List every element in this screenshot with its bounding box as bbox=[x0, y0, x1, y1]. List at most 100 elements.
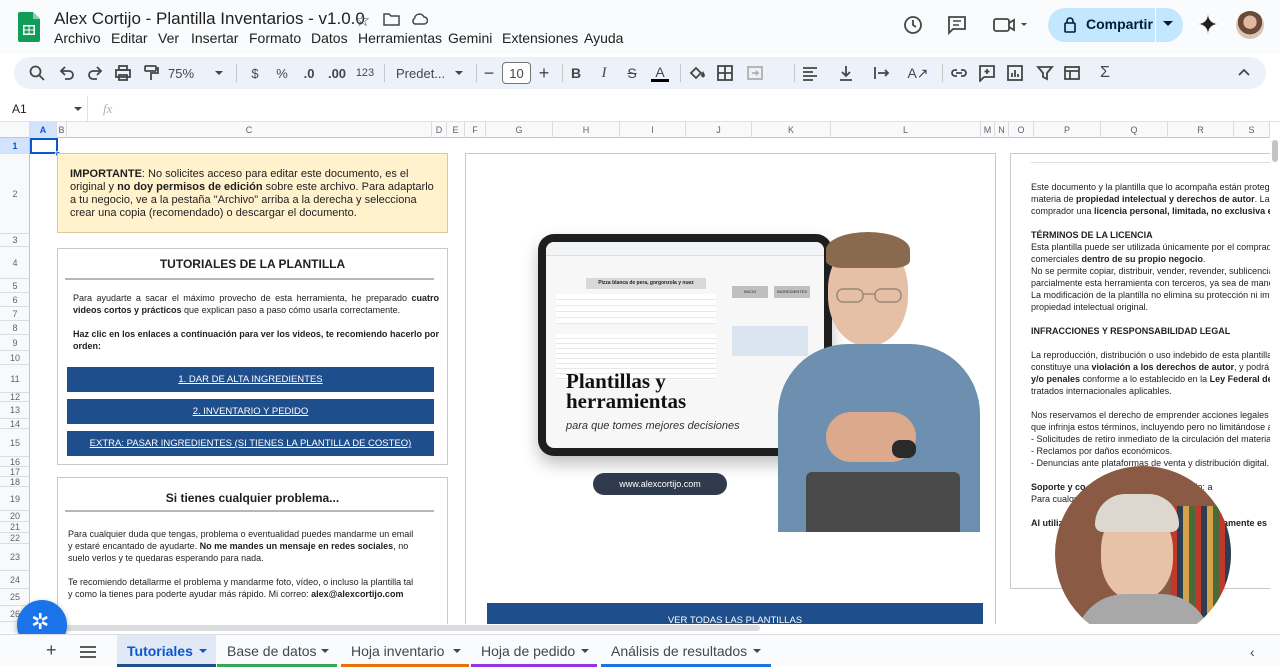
row-header[interactable]: 13 bbox=[0, 402, 29, 419]
row-header[interactable]: 16 bbox=[0, 457, 29, 467]
row-header[interactable]: 1 bbox=[0, 138, 29, 154]
insert-chart-icon[interactable] bbox=[1004, 57, 1026, 89]
row-header[interactable]: 20 bbox=[0, 511, 29, 522]
sheet-tab-hoja-inventario[interactable]: Hoja inventario bbox=[341, 635, 469, 667]
menu-ver[interactable]: Ver bbox=[158, 30, 179, 46]
font-dropdown-icon[interactable] bbox=[452, 57, 466, 89]
paint-format-icon[interactable] bbox=[138, 57, 164, 89]
functions-icon[interactable]: Σ bbox=[1094, 57, 1116, 89]
row-header[interactable]: 10 bbox=[0, 351, 29, 365]
tab-dropdown-icon[interactable] bbox=[753, 649, 761, 653]
decrease-decimal-button[interactable]: .0 bbox=[297, 57, 321, 89]
sheet-tab-tutoriales[interactable]: Tutoriales bbox=[117, 635, 216, 667]
fill-color-icon[interactable] bbox=[686, 57, 706, 89]
row-header[interactable]: 2 bbox=[0, 154, 29, 234]
column-header[interactable]: D bbox=[432, 122, 447, 138]
all-sheets-icon[interactable] bbox=[80, 645, 96, 663]
active-cell-a1[interactable] bbox=[30, 138, 58, 154]
row-header[interactable]: 15 bbox=[0, 429, 29, 457]
search-menus-icon[interactable] bbox=[24, 57, 50, 89]
row-header[interactable]: 5 bbox=[0, 279, 29, 293]
currency-format-button[interactable]: $ bbox=[244, 57, 266, 89]
vertical-align-icon[interactable] bbox=[836, 57, 856, 89]
vertical-scrollbar-thumb[interactable] bbox=[1272, 140, 1278, 162]
document-title[interactable]: Alex Cortijo - Plantilla Inventarios - v… bbox=[54, 9, 365, 29]
column-header[interactable]: G bbox=[486, 122, 553, 138]
filter-views-icon[interactable] bbox=[1060, 57, 1084, 89]
text-rotation-icon[interactable]: A↗ bbox=[907, 57, 928, 89]
row-header[interactable]: 14 bbox=[0, 419, 29, 429]
filter-icon[interactable] bbox=[1034, 57, 1056, 89]
column-header[interactable]: I bbox=[620, 122, 686, 138]
text-color-button[interactable]: A bbox=[650, 57, 670, 89]
row-header[interactable]: 19 bbox=[0, 487, 29, 511]
tutorial-link-2[interactable]: 2. INVENTARIO Y PEDIDO bbox=[67, 399, 434, 424]
meet-icon[interactable] bbox=[993, 15, 1029, 40]
row-header[interactable]: 22 bbox=[0, 533, 29, 544]
name-box[interactable]: A1 bbox=[0, 96, 88, 122]
column-header[interactable]: R bbox=[1168, 122, 1234, 138]
row-header[interactable]: 7 bbox=[0, 307, 29, 321]
sheet-tab-analisis-de-resultados[interactable]: Análisis de resultados bbox=[601, 635, 771, 667]
row-header[interactable]: 24 bbox=[0, 571, 29, 589]
move-folder-icon[interactable] bbox=[383, 12, 400, 31]
increase-decimal-button[interactable]: .00 bbox=[324, 57, 350, 89]
tab-dropdown-icon[interactable] bbox=[199, 649, 207, 653]
cloud-status-icon[interactable] bbox=[410, 12, 429, 31]
sheet-tab-hoja-de-pedido[interactable]: Hoja de pedido bbox=[471, 635, 597, 667]
column-header[interactable]: K bbox=[752, 122, 831, 138]
tab-dropdown-icon[interactable] bbox=[321, 649, 329, 653]
share-dropdown-icon[interactable] bbox=[1163, 21, 1173, 26]
name-box-dropdown-icon[interactable] bbox=[74, 107, 82, 111]
column-header[interactable]: E bbox=[447, 122, 465, 138]
merge-cells-icon[interactable] bbox=[744, 57, 766, 89]
decrease-font-size-button[interactable]: − bbox=[480, 57, 498, 89]
menu-extensiones[interactable]: Extensiones bbox=[502, 30, 578, 46]
row-header[interactable]: 4 bbox=[0, 247, 29, 279]
problem-email[interactable]: alex@alexcortijo.com bbox=[311, 589, 403, 599]
bold-button[interactable]: B bbox=[566, 57, 586, 89]
sheets-logo-icon[interactable] bbox=[18, 12, 40, 42]
column-header[interactable]: H bbox=[553, 122, 620, 138]
gemini-icon[interactable] bbox=[1198, 14, 1218, 39]
undo-icon[interactable] bbox=[54, 57, 80, 89]
row-header[interactable]: 9 bbox=[0, 335, 29, 351]
zoom-dropdown-icon[interactable] bbox=[212, 57, 226, 89]
row-header[interactable]: 11 bbox=[0, 365, 29, 393]
tab-dropdown-icon[interactable] bbox=[453, 649, 461, 653]
column-header[interactable]: N bbox=[995, 122, 1009, 138]
horizontal-scrollbar-thumb[interactable] bbox=[30, 625, 760, 631]
tutorial-link-1[interactable]: 1. DAR DE ALTA INGREDIENTES bbox=[67, 367, 434, 392]
insert-link-icon[interactable] bbox=[948, 57, 970, 89]
sheet-tab-base-de-datos[interactable]: Base de datos bbox=[217, 635, 337, 667]
row-header[interactable]: 8 bbox=[0, 321, 29, 335]
font-size-input[interactable]: 10 bbox=[502, 62, 531, 84]
collapse-toolbar-icon[interactable] bbox=[1234, 57, 1254, 89]
increase-font-size-button[interactable]: + bbox=[535, 57, 553, 89]
column-header[interactable]: S bbox=[1234, 122, 1270, 138]
select-all-corner[interactable] bbox=[0, 122, 30, 138]
column-header[interactable]: M bbox=[981, 122, 995, 138]
horizontal-align-icon[interactable] bbox=[800, 57, 820, 89]
column-header[interactable]: J bbox=[686, 122, 752, 138]
column-header[interactable]: F bbox=[465, 122, 486, 138]
text-wrap-icon[interactable] bbox=[872, 57, 892, 89]
row-header[interactable]: 23 bbox=[0, 544, 29, 571]
tab-dropdown-icon[interactable] bbox=[581, 649, 589, 653]
italic-button[interactable]: I bbox=[594, 57, 614, 89]
row-header[interactable]: 12 bbox=[0, 393, 29, 402]
scroll-tabs-left-icon[interactable]: ‹ bbox=[1250, 644, 1255, 660]
menu-ayuda[interactable]: Ayuda bbox=[584, 30, 623, 46]
insert-comment-icon[interactable] bbox=[976, 57, 998, 89]
row-header[interactable]: 18 bbox=[0, 477, 29, 487]
menu-editar[interactable]: Editar bbox=[111, 30, 148, 46]
all-templates-button[interactable]: VER TODAS LAS PLANTILLAS bbox=[487, 603, 983, 624]
column-header[interactable]: O bbox=[1009, 122, 1034, 138]
comments-icon[interactable] bbox=[946, 14, 968, 41]
menu-formato[interactable]: Formato bbox=[249, 30, 301, 46]
menu-datos[interactable]: Datos bbox=[311, 30, 348, 46]
menu-gemini[interactable]: Gemini bbox=[448, 30, 492, 46]
row-header[interactable]: 21 bbox=[0, 522, 29, 533]
strikethrough-button[interactable]: S bbox=[622, 57, 642, 89]
column-header[interactable]: Q bbox=[1101, 122, 1168, 138]
